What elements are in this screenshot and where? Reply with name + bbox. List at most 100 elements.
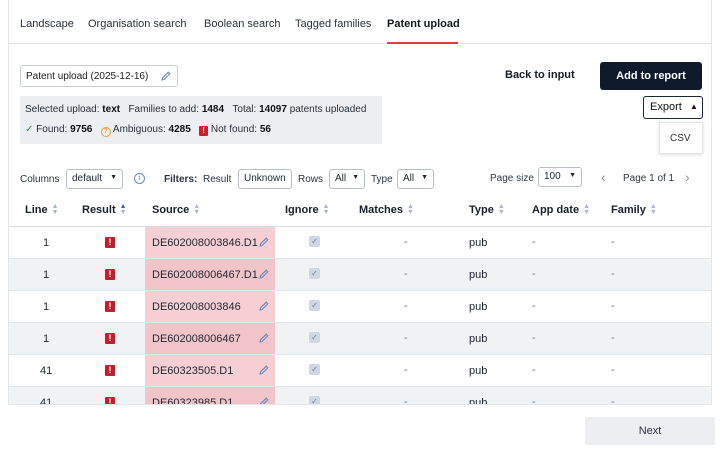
table-row[interactable]: 1 ! DE602008003846 ✓ - pub - - [9,291,711,323]
page-size-select[interactable]: 100 ▼ [538,167,582,187]
source-cell: DE60323985.D1 [152,397,234,405]
ignore-checkbox[interactable]: ✓ [309,268,320,279]
matches-cell: - [404,300,408,312]
table-row[interactable]: 1 ! DE602008006467 ✓ - pub - - [9,323,711,355]
column-header-label: Result [82,204,116,216]
export-button[interactable]: Export ▲ [643,96,703,119]
found-label: Found: [36,124,68,135]
edit-pencil-icon[interactable] [258,268,270,280]
page-indicator: Page 1 of 1 [623,173,675,184]
type-cell: pub [469,365,488,377]
column-header-type[interactable]: Type ▲ ▼ [469,203,505,216]
edit-pencil-icon[interactable] [258,396,270,405]
columns-select[interactable]: default ▼ [66,169,123,189]
not-found-icon: ! [105,397,115,404]
edit-pencil-icon[interactable] [258,236,270,248]
tab-boolean-search[interactable]: Boolean search [204,18,280,30]
type-cell: pub [469,269,488,281]
column-header-label: Ignore [285,204,319,216]
ambiguous-value: 4285 [168,124,191,135]
export-button-label: Export [650,101,682,113]
next-page-icon[interactable]: › [685,169,690,185]
caret-down-icon: ▼ [352,174,359,181]
sort-icon: ▲ ▼ [51,203,59,216]
matches-cell: - [404,236,408,248]
matches-cell: - [404,332,408,344]
column-header-result[interactable]: Result ▲ ▼ [82,203,127,216]
export-menu: CSV [659,122,703,154]
column-header-label: Family [611,204,646,216]
table-row[interactable]: 41 ! DE60323505.D1 ✓ - pub - - [9,355,711,387]
column-header-label: App date [532,204,580,216]
line-cell: 1 [43,301,50,313]
column-header-family[interactable]: Family ▲ ▼ [611,203,657,216]
source-cell: DE60323505.D1 [152,365,234,377]
add-to-report-button[interactable]: Add to report [600,62,702,90]
column-header-source[interactable]: Source ▲ ▼ [152,203,200,216]
tab-organisation-search[interactable]: Organisation search [88,18,186,30]
tab-patent-upload[interactable]: Patent upload [387,18,460,30]
ignore-checkbox[interactable]: ✓ [309,332,320,343]
source-cell: DE602008006467.D1 [152,269,258,281]
not-found-icon: ! [105,237,115,248]
not-found-value: 56 [259,124,271,135]
summary-line-2: ✓ Found: 9756 ? Ambiguous: 4285 ! Not fo… [25,124,271,137]
table-row[interactable]: 1 ! DE602008003846.D1 ✓ - pub - - [9,227,711,259]
column-header-line[interactable]: Line ▲ ▼ [25,203,59,216]
ignore-checkbox[interactable]: ✓ [309,300,320,311]
source-cell: DE602008006467 [152,333,241,345]
info-icon[interactable]: i [134,173,145,184]
edit-pencil-icon[interactable] [258,332,270,344]
sort-icon: ▲ ▼ [649,203,657,216]
next-button[interactable]: Next [585,417,715,445]
type-filter-select[interactable]: All ▼ [397,169,434,189]
not-found-icon: ! [105,301,115,312]
result-filter-select[interactable]: Unknown [238,169,292,189]
caret-up-icon: ▲ [690,102,698,111]
ambiguous-label: Ambiguous: [112,124,166,135]
app-date-cell: - [532,332,536,344]
table-row[interactable]: 1 ! DE602008006467.D1 ✓ - pub - - [9,259,711,291]
found-value: 9756 [70,124,93,135]
page-size-label: Page size [490,173,534,184]
not-found-icon: ! [105,333,115,344]
line-cell: 1 [43,333,50,345]
edit-pencil-icon[interactable] [258,300,270,312]
matches-cell: - [404,268,408,280]
type-filter-value: All [403,173,415,184]
sort-icon: ▲ ▼ [322,203,330,216]
sort-ascending-icon: ▲ ▼ [119,203,127,216]
line-cell: 41 [40,397,53,405]
not-found-label: Not found: [210,124,258,135]
result-filter-value: Unknown [244,173,286,184]
table-row[interactable]: 41 ! DE60323985.D1 ✓ - pub - - [9,387,711,405]
column-header-ignore[interactable]: Ignore ▲ ▼ [285,203,330,216]
matches-cell: - [404,364,408,376]
column-header-matches[interactable]: Matches ▲ ▼ [359,203,414,216]
rows-filter-select[interactable]: All ▼ [329,169,365,189]
family-cell: - [611,364,615,376]
column-header-label: Matches [359,204,404,216]
rows-filter-label: Rows [298,174,324,185]
line-cell: 1 [43,237,50,249]
caret-down-icon: ▼ [110,174,117,181]
not-found-icon: ! [199,126,209,136]
column-header-app-date[interactable]: App date ▲ ▼ [532,203,590,216]
ignore-checkbox[interactable]: ✓ [309,236,320,247]
app-date-cell: - [532,268,536,280]
edit-pencil-icon[interactable] [160,70,172,82]
upload-selector[interactable]: Patent upload (2025-12-16) [20,65,178,87]
tab-landscape[interactable]: Landscape [20,18,74,30]
selected-upload-label: Selected upload: [25,104,100,115]
upload-summary: Selected upload: text Families to add: 1… [20,96,382,144]
ignore-checkbox[interactable]: ✓ [309,364,320,375]
family-cell: - [611,268,615,280]
tab-tagged-families[interactable]: Tagged families [295,18,371,30]
export-option-csv[interactable]: CSV [670,133,691,144]
prev-page-icon[interactable]: ‹ [601,169,606,185]
edit-pencil-icon[interactable] [258,364,270,376]
ignore-checkbox[interactable]: ✓ [309,396,320,404]
back-to-input-button[interactable]: Back to input [505,69,575,81]
source-cell: DE602008003846.D1 [152,237,258,249]
sort-icon: ▲ ▼ [407,203,414,216]
